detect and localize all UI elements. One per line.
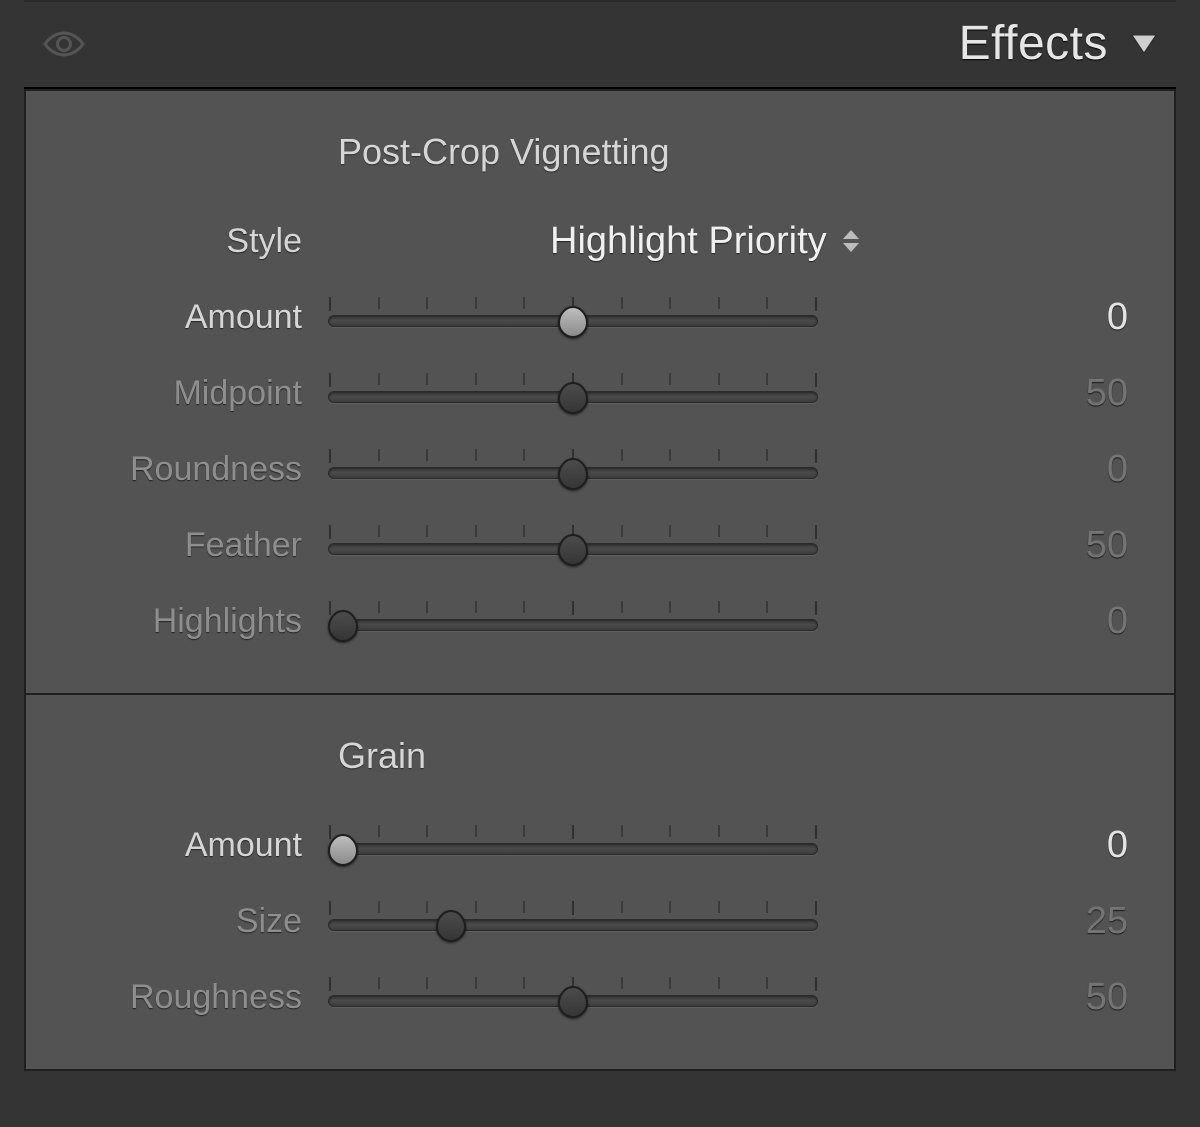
slider-thumb-icon[interactable] — [557, 381, 589, 415]
slider-thumb-icon[interactable] — [557, 533, 589, 567]
grain-roughness-label: Roughness — [68, 978, 328, 1017]
vignette-roundness-label: Roundness — [68, 450, 328, 489]
vignette-feather-slider[interactable] — [328, 525, 818, 565]
grain-size-label: Size — [68, 902, 328, 941]
vignette-highlights-label: Highlights — [68, 602, 328, 641]
visibility-eye-icon[interactable] — [42, 29, 86, 59]
vignette-roundness-slider[interactable] — [328, 449, 818, 489]
effects-body: Post-Crop Vignetting Style Highlight Pri… — [24, 89, 1176, 1071]
vignette-highlights-row: Highlights 0 — [68, 583, 1132, 659]
grain-amount-label: Amount — [68, 826, 328, 865]
vignette-roundness-row: Roundness 0 — [68, 431, 1132, 507]
grain-roughness-value[interactable]: 50 — [1012, 976, 1132, 1019]
vignette-feather-value[interactable]: 50 — [1012, 524, 1132, 567]
grain-roughness-row: Roughness 50 — [68, 959, 1132, 1035]
slider-thumb-icon[interactable] — [557, 305, 589, 339]
grain-amount-row: Amount 0 — [68, 807, 1132, 883]
vignette-midpoint-value[interactable]: 50 — [1012, 372, 1132, 415]
grain-section: Grain Amount 0 Size 25 Roughness 50 — [26, 695, 1174, 1069]
slider-thumb-icon[interactable] — [557, 985, 589, 1019]
vignette-highlights-value[interactable]: 0 — [1012, 600, 1132, 643]
grain-size-value[interactable]: 25 — [1012, 900, 1132, 943]
stepper-icon — [843, 230, 859, 252]
slider-thumb-icon[interactable] — [557, 457, 589, 491]
vignette-feather-row: Feather 50 — [68, 507, 1132, 583]
vignette-roundness-value[interactable]: 0 — [1012, 448, 1132, 491]
style-dropdown[interactable]: Highlight Priority — [550, 220, 859, 263]
style-row: Style Highlight Priority — [68, 203, 1132, 279]
style-value-text: Highlight Priority — [550, 220, 827, 263]
grain-title: Grain — [338, 735, 1132, 777]
style-label: Style — [68, 222, 328, 261]
vignette-section: Post-Crop Vignetting Style Highlight Pri… — [26, 91, 1174, 695]
grain-roughness-slider[interactable] — [328, 977, 818, 1017]
panel-header: Effects — [24, 0, 1176, 89]
vignette-amount-row: Amount 0 — [68, 279, 1132, 355]
vignette-midpoint-row: Midpoint 50 — [68, 355, 1132, 431]
grain-size-row: Size 25 — [68, 883, 1132, 959]
vignette-amount-label: Amount — [68, 298, 328, 337]
effects-panel: Effects Post-Crop Vignetting Style Highl… — [24, 0, 1176, 1071]
slider-thumb-icon[interactable] — [327, 609, 359, 643]
vignette-midpoint-label: Midpoint — [68, 374, 328, 413]
panel-collapse-icon[interactable] — [1130, 33, 1158, 55]
panel-title[interactable]: Effects — [959, 16, 1108, 71]
vignette-amount-value[interactable]: 0 — [1012, 296, 1132, 339]
slider-thumb-icon[interactable] — [327, 833, 359, 867]
grain-amount-slider[interactable] — [328, 825, 818, 865]
slider-thumb-icon[interactable] — [435, 909, 467, 943]
vignette-midpoint-slider[interactable] — [328, 373, 818, 413]
vignette-highlights-slider[interactable] — [328, 601, 818, 641]
grain-amount-value[interactable]: 0 — [1012, 824, 1132, 867]
vignette-feather-label: Feather — [68, 526, 328, 565]
vignette-amount-slider[interactable] — [328, 297, 818, 337]
vignette-title: Post-Crop Vignetting — [338, 131, 1132, 173]
grain-size-slider[interactable] — [328, 901, 818, 941]
